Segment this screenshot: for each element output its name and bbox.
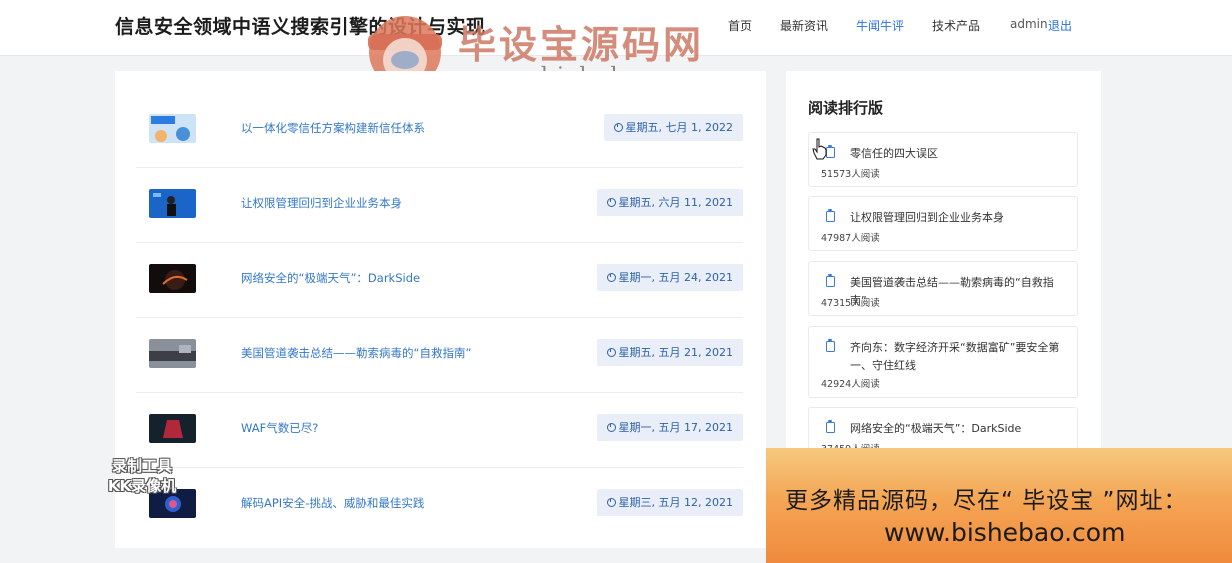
- ranking-item[interactable]: 零信任的四大误区 51573人阅读: [808, 132, 1078, 187]
- article-row[interactable]: 以一体化零信任方案构建新信任体系 星期五, 七月 1, 2022: [136, 93, 743, 168]
- ranking-item[interactable]: 齐向东：数字经济开采“数据富矿”要安全第一、守住红线 42924人阅读: [808, 326, 1078, 398]
- date-badge: 星期三, 五月 12, 2021: [596, 489, 743, 516]
- ranking-item[interactable]: 让权限管理回归到企业业务本身 47987人阅读: [808, 196, 1078, 251]
- recorder-watermark: 录制工具 KK录像机: [107, 457, 177, 495]
- date-badge: 星期一, 五月 17, 2021: [596, 414, 743, 441]
- article-thumbnail[interactable]: [149, 264, 196, 293]
- promo-text: 更多精品源码，尽在“ 毕设宝 ”网址：: [785, 488, 1188, 514]
- document-icon: [826, 209, 835, 222]
- read-count: 47315人阅读: [821, 298, 880, 309]
- document-icon: [826, 274, 835, 287]
- hand-cursor-icon: [812, 138, 827, 160]
- clock-icon: [606, 423, 616, 432]
- ranking-item-title[interactable]: 让权限管理回归到企业业务本身: [850, 209, 1070, 227]
- read-count: 51573人阅读: [821, 169, 880, 180]
- article-row[interactable]: WAF气数已尽? 星期一, 五月 17, 2021: [136, 393, 743, 468]
- document-icon: [826, 420, 835, 433]
- nav-latest-news[interactable]: 最新资讯: [780, 17, 828, 34]
- article-list: 以一体化零信任方案构建新信任体系 星期五, 七月 1, 2022 让权限管理回归…: [115, 71, 766, 548]
- nav-commentary[interactable]: 牛闻牛评: [856, 17, 904, 34]
- promo-url: www.bishebao.com: [884, 518, 1126, 547]
- date-badge: 星期五, 六月 11, 2021: [596, 189, 743, 216]
- document-icon: [826, 339, 835, 352]
- article-title[interactable]: WAF气数已尽?: [241, 420, 318, 436]
- watermark-brand: 毕设宝源码网: [458, 23, 705, 67]
- article-thumbnail[interactable]: [149, 339, 196, 368]
- ranking-item-title[interactable]: 齐向东：数字经济开采“数据富矿”要安全第一、守住红线: [850, 339, 1070, 375]
- ranking-item[interactable]: 美国管道袭击总结——勒索病毒的“自救指南” 47315人阅读: [808, 261, 1078, 316]
- clock-icon: [606, 198, 616, 207]
- article-thumbnail[interactable]: [149, 114, 196, 143]
- article-title[interactable]: 以一体化零信任方案构建新信任体系: [241, 120, 425, 136]
- article-title[interactable]: 让权限管理回归到企业业务本身: [241, 195, 402, 211]
- clock-icon: [613, 123, 623, 132]
- nav-home[interactable]: 首页: [728, 17, 752, 34]
- article-title[interactable]: 解码API安全-挑战、威胁和最佳实践: [241, 495, 424, 511]
- clock-icon: [606, 498, 616, 507]
- article-thumbnail[interactable]: [149, 414, 196, 443]
- article-title[interactable]: 美国管道袭击总结——勒索病毒的“自救指南”: [241, 345, 471, 361]
- ranking-item-title[interactable]: 网络安全的“极端天气”：DarkSide: [850, 420, 1070, 438]
- ranking-item-title[interactable]: 零信任的四大误区: [850, 145, 1070, 163]
- article-row[interactable]: 美国管道袭击总结——勒索病毒的“自救指南” 星期五, 五月 21, 2021: [136, 318, 743, 393]
- read-count: 42924人阅读: [821, 379, 880, 390]
- promo-banner: 更多精品源码，尽在“ 毕设宝 ”网址： www.bishebao.com: [766, 448, 1232, 563]
- nav-tech-products[interactable]: 技术产品: [932, 17, 980, 34]
- read-count: 47987人阅读: [821, 233, 880, 244]
- article-thumbnail[interactable]: [149, 189, 196, 218]
- date-badge: 星期一, 五月 24, 2021: [596, 264, 743, 291]
- article-row[interactable]: 解码API安全-挑战、威胁和最佳实践 星期三, 五月 12, 2021: [136, 468, 743, 543]
- ranking-item-title[interactable]: 美国管道袭击总结——勒索病毒的“自救指南”: [850, 274, 1070, 310]
- article-row[interactable]: 网络安全的“极端天气”：DarkSide 星期一, 五月 24, 2021: [136, 243, 743, 318]
- main-nav: 首页 最新资讯 牛闻牛评 技术产品: [728, 17, 1008, 34]
- article-row[interactable]: 让权限管理回归到企业业务本身 星期五, 六月 11, 2021: [136, 168, 743, 243]
- clock-icon: [606, 348, 616, 357]
- clock-icon: [606, 273, 616, 282]
- username: admin: [1010, 17, 1048, 31]
- date-badge: 星期五, 七月 1, 2022: [603, 114, 743, 141]
- reading-ranking: 阅读排行版 零信任的四大误区 51573人阅读 让权限管理回归到企业业务本身 4…: [786, 71, 1101, 471]
- logout-link[interactable]: 退出: [1048, 17, 1072, 34]
- date-badge: 星期五, 五月 21, 2021: [596, 339, 743, 366]
- article-title[interactable]: 网络安全的“极端天气”：DarkSide: [241, 270, 420, 286]
- ranking-title: 阅读排行版: [808, 99, 884, 117]
